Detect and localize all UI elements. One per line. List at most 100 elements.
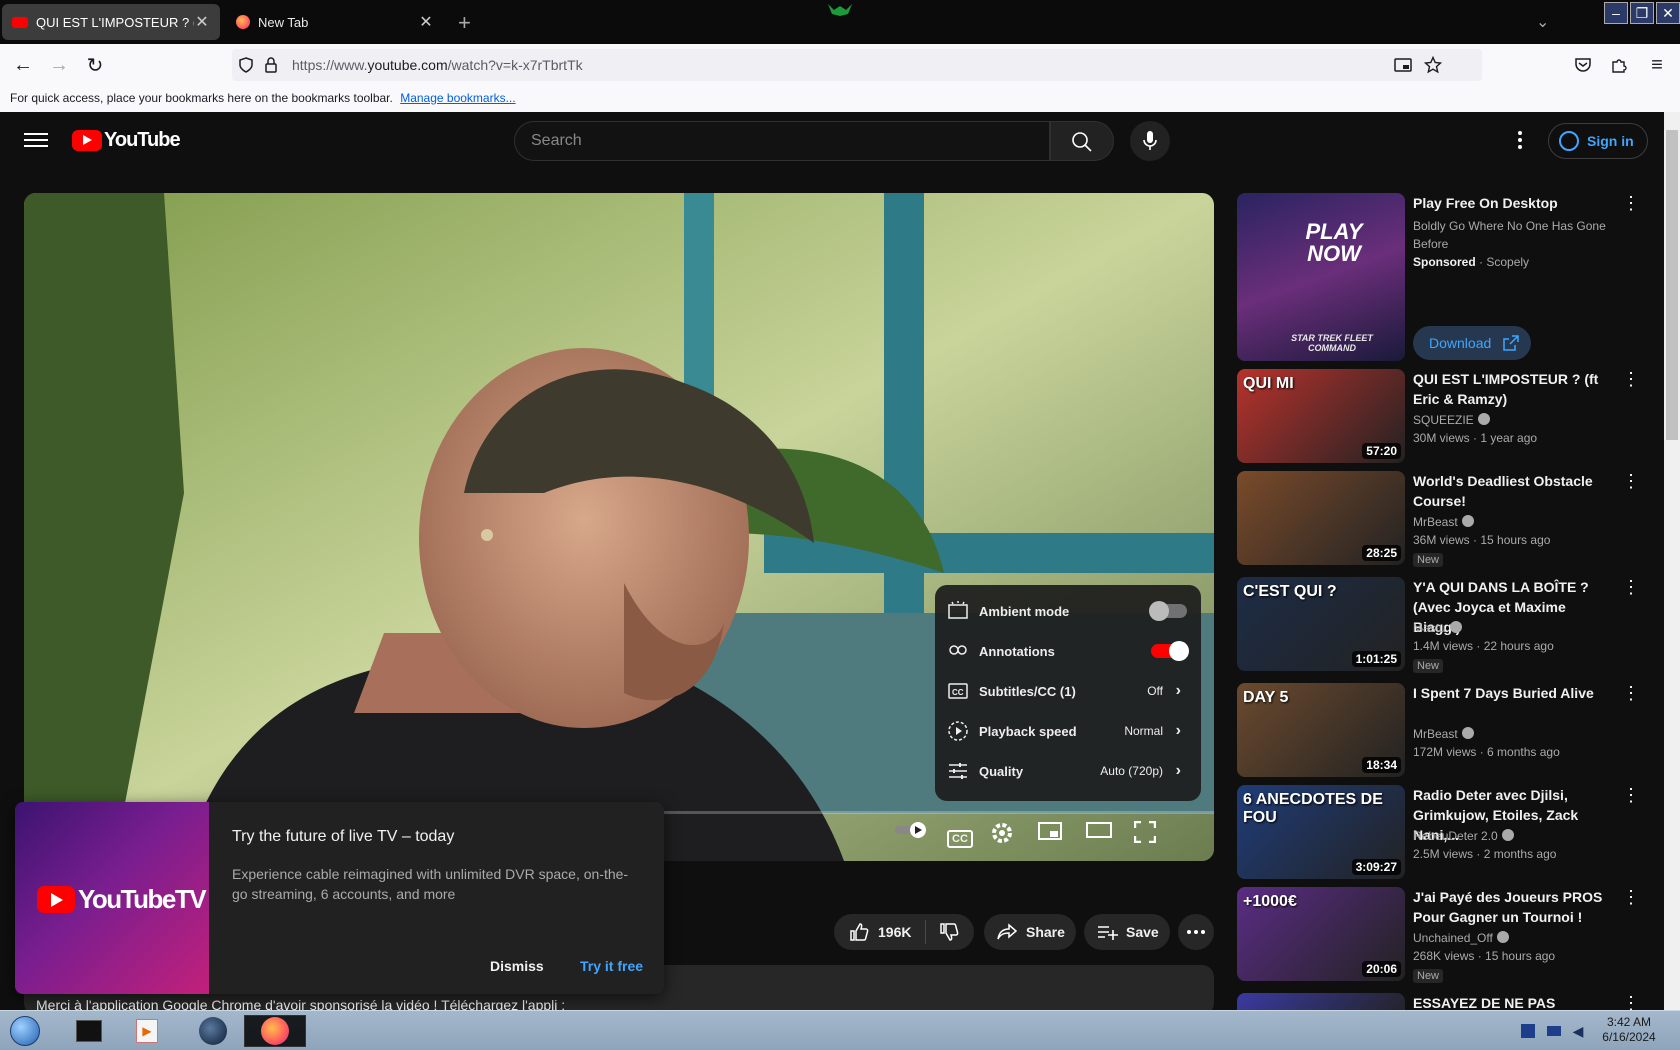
start-button[interactable] (6, 1015, 44, 1047)
thumbs-down-icon (940, 923, 959, 941)
theater-mode-button[interactable] (1086, 821, 1122, 857)
youtube-logo[interactable]: YouTube (72, 129, 181, 152)
like-button[interactable]: 196K (848, 921, 911, 943)
ambient-mode-toggle[interactable] (1149, 601, 1187, 621)
manage-bookmarks-link[interactable]: Manage bookmarks... (400, 91, 515, 105)
ad-thumbnail-text: PLAY NOW (1305, 219, 1363, 266)
more-actions-button[interactable] (1178, 914, 1214, 950)
video-more-vertical-icon[interactable]: ⋮ (1621, 684, 1641, 705)
close-window-button[interactable]: ✕ (1656, 2, 1680, 24)
video-thumbnail[interactable]: DAY 5 18:34 (1237, 683, 1405, 777)
video-more-vertical-icon[interactable]: ⋮ (1621, 888, 1641, 909)
restore-window-button[interactable]: ❐ (1630, 2, 1654, 24)
voice-search-button[interactable] (1130, 121, 1170, 161)
video-card[interactable]: +1000€ 20:06 J'ai Payé des Joueurs PROS Po… (1237, 887, 1647, 983)
channel-name[interactable]: Unchained_Off (1413, 931, 1509, 945)
taskbar-clock[interactable]: 3:42 AM 6/16/2024 (1594, 1015, 1664, 1045)
more-horizontal-icon (1187, 930, 1205, 934)
tab-close-icon[interactable]: ✕ (418, 12, 434, 32)
quality-row[interactable]: Quality Auto (720p) › (935, 751, 1201, 791)
video-more-vertical-icon[interactable]: ⋮ (1621, 370, 1641, 391)
video-card[interactable]: DAY 5 18:34 I Spent 7 Days Buried Alive MrB… (1237, 683, 1647, 777)
annotations-row[interactable]: Annotations (935, 631, 1201, 671)
video-more-vertical-icon[interactable]: ⋮ (1621, 472, 1641, 493)
video-title[interactable]: World's Deadliest Obstacle Course! (1413, 471, 1613, 511)
guide-menu-hamburger-icon[interactable] (24, 129, 48, 149)
subtitles-button[interactable]: CC (942, 821, 978, 857)
video-more-vertical-icon[interactable]: ⋮ (1621, 786, 1641, 807)
try-it-free-button[interactable]: Try it free (580, 958, 643, 974)
channel-name[interactable]: MrBeast (1413, 727, 1474, 741)
tab-youtube[interactable]: QUI EST L'IMPOSTEUR ? (ft Omar ✕ (2, 4, 220, 40)
minimize-window-button[interactable]: – (1604, 2, 1628, 24)
dismiss-button[interactable]: Dismiss (490, 958, 544, 974)
pocket-icon[interactable] (1574, 57, 1592, 73)
ad-more-vertical-icon[interactable]: ⋮ (1621, 194, 1641, 215)
video-card[interactable]: QUI MI 57:20 QUI EST L'IMPOSTEUR ? (ft Eri… (1237, 369, 1647, 463)
channel-name[interactable]: SQUEEZIE (1413, 413, 1490, 427)
theme-decoration-icon (828, 4, 852, 16)
tray-volume-icon[interactable]: ◀ (1568, 1015, 1588, 1047)
tray-display-icon[interactable] (1544, 1015, 1564, 1047)
video-title[interactable]: J'ai Payé des Joueurs PROS Pour Gagner u… (1413, 887, 1613, 927)
channel-name[interactable]: MrBeast (1413, 515, 1474, 529)
settings-more-vertical-icon[interactable] (1508, 126, 1532, 154)
subtitles-row[interactable]: CC Subtitles/CC (1) Off › (935, 671, 1201, 711)
extensions-puzzle-icon[interactable] (1610, 56, 1628, 74)
save-button[interactable]: Save (1084, 914, 1170, 950)
video-thumbnail[interactable]: C'EST QUI ? 1:01:25 (1237, 577, 1405, 671)
search-box[interactable] (514, 121, 1050, 161)
taskbar-media-player-icon[interactable]: ▶ (128, 1015, 166, 1047)
ambient-mode-row[interactable]: Ambient mode (935, 591, 1201, 631)
video-thumbnail[interactable]: +1000€ 20:06 (1237, 887, 1405, 981)
list-all-tabs-chevron-down-icon[interactable]: ⌄ (1536, 12, 1549, 32)
video-thumbnail[interactable]: 6 ANECDOTES DE FOU 3:09:27 (1237, 785, 1405, 879)
tracking-protection-shield-icon[interactable] (238, 57, 254, 73)
video-card[interactable]: C'EST QUI ? 1:01:25 Y'A QUI DANS LA BOÎTE … (1237, 577, 1647, 673)
miniplayer-button[interactable] (1038, 821, 1074, 857)
autoplay-toggle[interactable] (894, 821, 930, 857)
tab-close-icon[interactable]: ✕ (194, 12, 210, 32)
upload-age: 22 hours ago (1483, 639, 1554, 653)
video-title[interactable]: I Spent 7 Days Buried Alive (1413, 683, 1613, 703)
video-card[interactable]: 6 ANECDOTES DE FOU 3:09:27 Radio Deter ave… (1237, 785, 1647, 879)
taskbar-firefox-icon[interactable] (244, 1015, 306, 1047)
taskbar-globe-icon[interactable] (194, 1015, 232, 1047)
new-tab-button[interactable]: + (458, 10, 471, 36)
fullscreen-button[interactable] (1134, 821, 1170, 857)
reload-icon[interactable]: ↻ (82, 52, 108, 78)
dislike-button[interactable] (938, 921, 960, 943)
page-scrollbar[interactable] (1664, 112, 1680, 1010)
video-card[interactable]: 28:25 World's Deadliest Obstacle Course! M… (1237, 471, 1647, 567)
forward-arrow-icon[interactable]: → (46, 52, 72, 78)
windows-taskbar: ▶ ◀ 3:42 AM 6/16/2024 (0, 1010, 1680, 1050)
video-thumbnail[interactable]: QUI MI 57:20 (1237, 369, 1405, 463)
search-button[interactable] (1050, 121, 1114, 161)
video-title[interactable]: QUI EST L'IMPOSTEUR ? (ft Eric & Ramzy) (1413, 369, 1613, 409)
lock-icon[interactable] (264, 57, 278, 73)
settings-button[interactable] (990, 821, 1026, 857)
tab-new-tab[interactable]: New Tab ✕ (226, 4, 444, 40)
url-bar[interactable]: https://www.youtube.com/watch?v=k-x7rTbr… (232, 49, 1482, 81)
share-button[interactable]: Share (984, 914, 1076, 950)
search-input[interactable] (531, 132, 1011, 150)
back-arrow-icon[interactable]: ← (10, 52, 36, 78)
tray-network-icon[interactable] (1518, 1015, 1538, 1047)
download-button[interactable]: Download (1413, 326, 1531, 360)
ad-thumbnail[interactable]: PLAY NOW STAR TREK FLEET COMMAND (1237, 193, 1405, 361)
channel-name[interactable]: Mastu (1413, 621, 1462, 635)
url-text[interactable]: https://www.youtube.com/watch?v=k-x7rTbr… (292, 57, 583, 73)
annotations-toggle[interactable] (1151, 641, 1189, 661)
video-more-vertical-icon[interactable]: ⋮ (1621, 578, 1641, 599)
app-menu-hamburger-icon[interactable]: ≡ (1644, 52, 1670, 78)
picture-in-picture-icon[interactable] (1394, 57, 1412, 73)
browser-tab-bar: QUI EST L'IMPOSTEUR ? (ft Omar ✕ New Tab… (0, 0, 1680, 44)
playback-speed-row[interactable]: Playback speed Normal › (935, 711, 1201, 751)
taskbar-terminal-icon[interactable] (70, 1015, 108, 1047)
sign-in-button[interactable]: Sign in (1548, 123, 1648, 159)
scrollbar-thumb[interactable] (1666, 130, 1678, 440)
ad-card[interactable]: PLAY NOW STAR TREK FLEET COMMAND Play Fr… (1237, 193, 1647, 361)
channel-name[interactable]: RebeuDeter 2.0 (1413, 829, 1514, 843)
video-thumbnail[interactable]: 28:25 (1237, 471, 1405, 565)
bookmark-star-icon[interactable] (1424, 56, 1442, 74)
